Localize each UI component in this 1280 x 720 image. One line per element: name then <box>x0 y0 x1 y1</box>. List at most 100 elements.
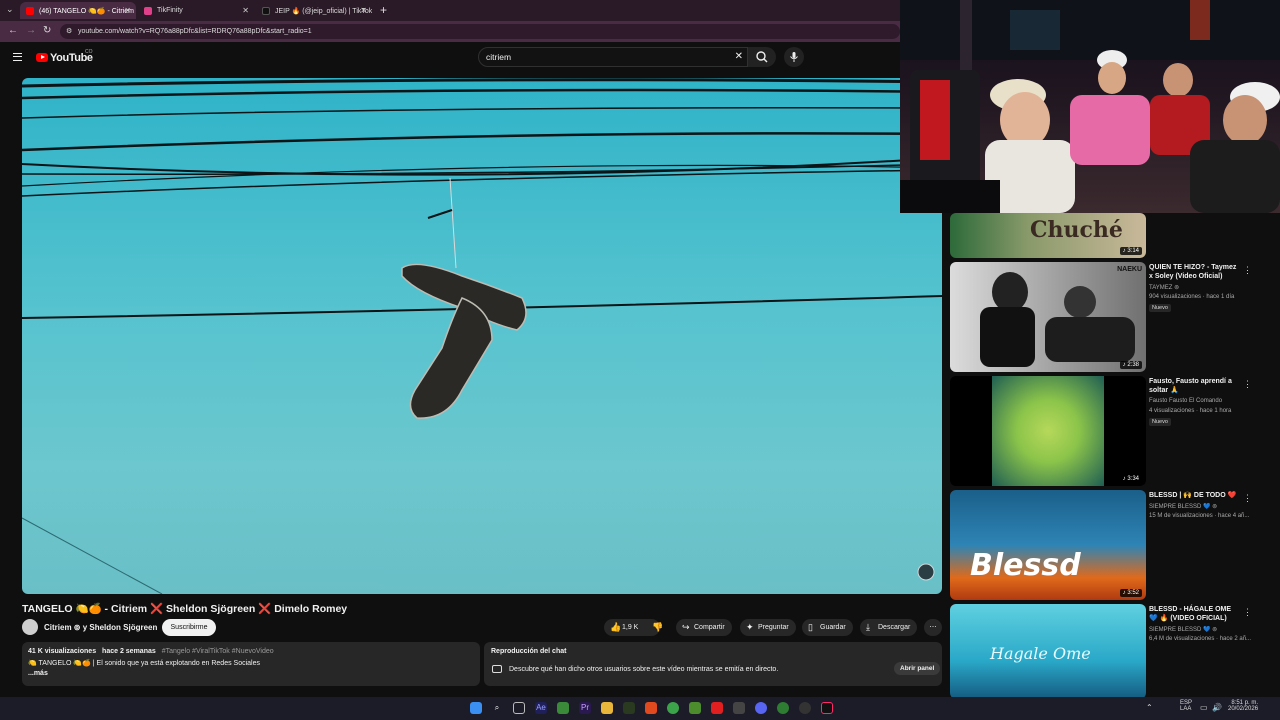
site-info-icon[interactable]: ⚙ <box>66 24 72 39</box>
video-thumbnail[interactable]: ♪ 3:34 <box>950 376 1146 486</box>
search-button[interactable] <box>748 47 776 67</box>
address-bar[interactable]: ⚙ youtube.com/watch?v=RQ76a88pDfc&list=R… <box>60 24 900 39</box>
tab-youtube[interactable]: (46) TANGELO 🍋🍊 - Citriem ⊗ ✕ <box>20 2 136 19</box>
back-icon[interactable]: ← <box>8 25 18 36</box>
video-title[interactable]: BLESSD - HÁGALE OME 💙 🔥 (VIDEO OFICIAL) <box>1149 605 1241 623</box>
chrome-active-icon[interactable] <box>777 702 789 714</box>
search-icon <box>756 51 768 63</box>
duration-badge: ♪ 3:14 <box>1119 247 1142 255</box>
tab-list-button[interactable]: ⌄ <box>6 4 14 15</box>
clock[interactable]: 8:51 p. m. 20/02/2026 <box>1228 700 1258 712</box>
obs-icon[interactable] <box>799 702 811 714</box>
hashtags[interactable]: #Tangelo #ViralTikTok #NuevoVideo <box>162 648 274 655</box>
webcam-overlay <box>900 0 1280 213</box>
dislike-icon[interactable]: 👎 <box>652 619 663 636</box>
tikfinity-favicon-icon <box>144 6 152 15</box>
chrome-icon[interactable] <box>667 702 679 714</box>
channel-name[interactable]: Fausto Fausto El Comando <box>1149 398 1222 404</box>
app-icon[interactable] <box>733 702 745 714</box>
description-meta: 41 K visualizaciones hace 2 semanas #Tan… <box>28 648 274 655</box>
photoshop-icon[interactable] <box>623 702 635 714</box>
download-label: Descargar <box>878 624 911 631</box>
file-explorer-icon[interactable] <box>601 702 613 714</box>
video-meta: 6,4 M de visualizaciones · hace 2 añ... <box>1149 636 1252 642</box>
channel-name[interactable]: SIEMPRE BLESSD 💙 ⊚ <box>1149 503 1217 510</box>
channel-name[interactable]: Citriem ⊚ y Sheldon Sjögreen <box>44 623 157 632</box>
new-badge: Nuevo <box>1149 418 1171 426</box>
language-indicator[interactable]: ESP LAA <box>1180 700 1192 712</box>
tiktok-icon[interactable] <box>821 702 833 714</box>
minecraft-icon[interactable] <box>689 702 701 714</box>
more-options-icon[interactable]: ⋮ <box>1243 607 1252 618</box>
channel-name[interactable]: SIEMPRE BLESSD 💙 ⊚ <box>1149 626 1217 633</box>
volume-icon[interactable]: 🔊 <box>1212 703 1222 712</box>
more-actions-button[interactable]: ⋯ <box>924 619 942 636</box>
like-button[interactable]: 👍 1,9 K 👎 <box>604 619 663 636</box>
save-label: Guardar <box>820 624 846 631</box>
download-button[interactable]: ⤓ Descargar <box>860 619 918 636</box>
after-effects-icon[interactable]: Ae <box>535 702 547 714</box>
video-title[interactable]: QUIEN TE HIZO? - Taymez x Soley (Video O… <box>1149 263 1241 281</box>
menu-icon[interactable] <box>13 53 22 61</box>
tray-chevron-icon[interactable]: ⌃ <box>1146 703 1153 712</box>
recommendations-sidebar: Chuché ♪ 3:14 NAEKU ♪ 2:38 QUIEN TE HIZO… <box>946 213 1280 697</box>
windows-taskbar: ⌕ Ae Pr ⌃ ESP LAA ▭ 🔊 8:51 p. m. 20/02/202… <box>0 697 1280 720</box>
more-options-icon[interactable]: ⋮ <box>1243 493 1252 504</box>
close-tab-icon[interactable]: ✕ <box>242 6 249 15</box>
search-value: citriem <box>486 52 512 62</box>
description-box[interactable]: 41 K visualizaciones hace 2 semanas #Tan… <box>22 642 480 686</box>
sparkle-icon: ✦ <box>746 622 754 632</box>
video-thumbnail[interactable]: NAEKU ♪ 2:38 <box>950 262 1146 372</box>
task-view-icon[interactable] <box>513 702 525 714</box>
upload-date: hace 2 semanas <box>102 648 156 655</box>
channel-avatar[interactable] <box>22 619 38 635</box>
video-title[interactable]: BLESSD | 🙌 DE TODO ❤️ <box>1149 491 1241 500</box>
thumbs-up-icon: 👍 <box>610 622 622 632</box>
video-meta: 4 visualizaciones · hace 1 hora <box>1149 408 1232 414</box>
video-player[interactable] <box>22 78 942 594</box>
premiere-icon[interactable]: Pr <box>579 702 591 714</box>
new-tab-button[interactable]: + <box>380 3 387 17</box>
duration-badge: ♪ 2:38 <box>1119 361 1142 369</box>
save-button[interactable]: ▯ Guardar <box>802 619 853 636</box>
brave-icon[interactable] <box>645 702 657 714</box>
reload-icon[interactable]: ↻ <box>43 25 51 36</box>
xbox-icon[interactable] <box>557 702 569 714</box>
discord-icon[interactable] <box>755 702 767 714</box>
share-button[interactable]: ↪ Compartir <box>676 619 732 636</box>
clear-search-icon[interactable]: ✕ <box>735 48 743 66</box>
thumbnail-watermark: NAEKU <box>1117 266 1142 273</box>
video-thumbnail[interactable]: Chuché ♪ 3:14 <box>950 213 1146 258</box>
url-text: youtube.com/watch?v=RQ76a88pDfc&list=RDR… <box>78 28 312 35</box>
ask-button[interactable]: ✦ Preguntar <box>740 619 796 636</box>
channel-name[interactable]: TAYMEZ ⊚ <box>1149 284 1179 291</box>
show-more-link[interactable]: ...más <box>28 670 48 677</box>
video-thumbnail[interactable]: Blessd ♪ 3:52 <box>950 490 1146 600</box>
video-title[interactable]: Fausto, Fausto aprendí a soltar 🙏 <box>1149 377 1241 395</box>
voice-search-button[interactable] <box>784 47 804 67</box>
download-icon: ⤓ <box>866 622 870 632</box>
chat-icon <box>492 665 502 673</box>
more-icon: ⋯ <box>929 624 937 631</box>
country-code: CO <box>85 49 93 55</box>
search-icon[interactable]: ⌕ <box>491 702 503 714</box>
close-tab-icon[interactable]: ✕ <box>360 6 367 15</box>
close-tab-icon[interactable]: ✕ <box>124 6 131 15</box>
network-icon[interactable]: ▭ <box>1200 703 1208 712</box>
youtube-app-icon[interactable] <box>711 702 723 714</box>
description-text: 🍋 TANGELO 🍋🍊 | El sonido que ya está exp… <box>28 660 260 667</box>
subscribe-button[interactable]: Suscribirme <box>162 619 216 636</box>
start-icon[interactable] <box>470 702 482 714</box>
open-panel-button[interactable]: Abrir panel <box>894 662 941 675</box>
more-options-icon[interactable]: ⋮ <box>1243 265 1252 276</box>
tab-tiktok[interactable]: JEIP 🔥 (@jeip_oficial) | TikTok ✕ <box>256 2 372 19</box>
more-options-icon[interactable]: ⋮ <box>1243 379 1252 390</box>
forward-icon[interactable]: → <box>26 25 36 36</box>
duration-badge: ♪ 3:34 <box>1119 475 1142 483</box>
video-title: TANGELO 🍋🍊 - Citriem ❌ Sheldon Sjögreen … <box>22 603 348 615</box>
thumbnail-title-art: Hagale Ome <box>990 644 1091 663</box>
video-thumbnail[interactable]: Hagale Ome <box>950 604 1146 697</box>
youtube-logo-icon[interactable] <box>36 53 48 62</box>
tab-tikfinity[interactable]: TikFinity ✕ <box>138 2 254 19</box>
search-input[interactable]: citriem ✕ <box>478 47 748 67</box>
